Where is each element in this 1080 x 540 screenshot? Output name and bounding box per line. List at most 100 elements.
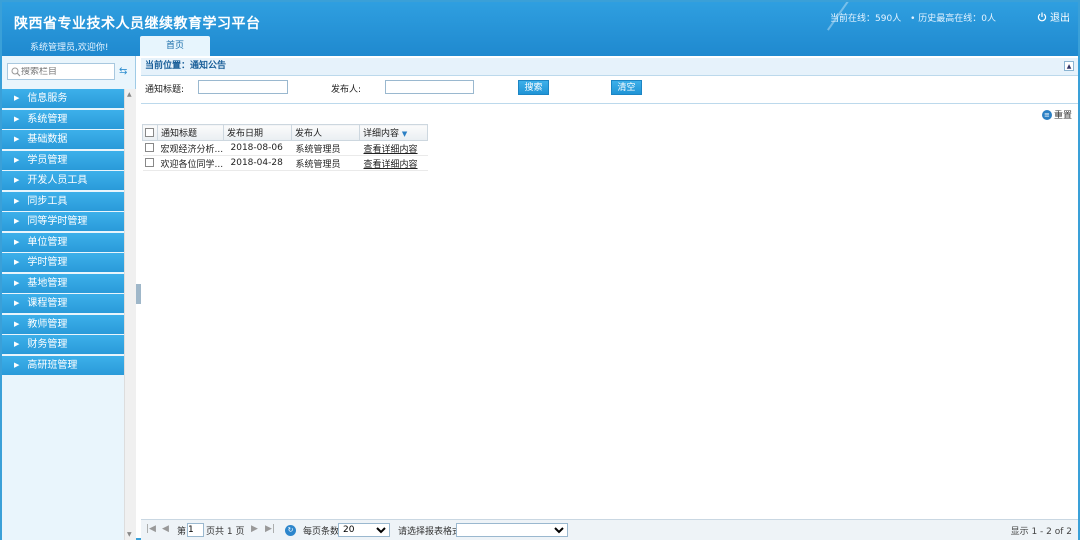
- sidebar-item-label: 教师管理: [27, 318, 68, 330]
- notice-grid: ≡ 重置 通知标题 发布日期 发布人 详细内容 ▼ 宏观经济分析... 2018…: [141, 103, 1078, 519]
- sidebar-item-label: 财务管理: [27, 339, 68, 350]
- reset-button[interactable]: ≡ 重置: [1041, 108, 1072, 121]
- collapse-panel-icon[interactable]: ▲: [1064, 61, 1074, 71]
- chevron-right-icon: ▶: [14, 258, 20, 266]
- column-date[interactable]: 发布日期: [223, 124, 292, 141]
- sidebar-item-equivalent-hours[interactable]: ▶ 同等学时管理: [2, 212, 124, 231]
- chevron-right-icon: ▶: [14, 94, 20, 102]
- row-select[interactable]: [142, 155, 158, 171]
- sort-down-icon[interactable]: ▼: [402, 130, 407, 138]
- chevron-right-icon: ▶: [14, 340, 20, 348]
- table-header-row: 通知标题 发布日期 发布人 详细内容 ▼: [142, 124, 428, 141]
- sidebar-item-dev-tools[interactable]: ▶ 开发人员工具: [2, 171, 124, 190]
- sidebar-item-label: 同步工具: [27, 195, 68, 207]
- publisher-filter-label: 发布人:: [331, 85, 362, 95]
- power-icon: [1037, 12, 1047, 21]
- per-page-label: 每页条数: [303, 527, 340, 537]
- column-detail[interactable]: 详细内容 ▼: [359, 124, 428, 141]
- scroll-down-icon[interactable]: ▼: [127, 531, 132, 538]
- row-checkbox[interactable]: [144, 143, 154, 152]
- sidebar-item-units[interactable]: ▶ 单位管理: [2, 232, 124, 252]
- row-select[interactable]: [142, 140, 158, 156]
- prev-page-icon[interactable]: ◀: [162, 524, 169, 534]
- app-title: 陕西省专业技术人员继续教育学习平台: [14, 16, 261, 32]
- sidebar-item-label: 课程管理: [27, 298, 68, 309]
- column-title[interactable]: 通知标题: [157, 124, 224, 141]
- chevron-right-icon: ▶: [14, 155, 20, 164]
- sidebar-item-sync-tools[interactable]: ▶ 同步工具: [2, 191, 124, 211]
- title-filter-label: 通知标题:: [145, 85, 185, 95]
- select-all-cell[interactable]: [142, 124, 158, 141]
- sidebar: ⇆ ▶ 信息服务 ▶ 系统管理 ▶ 基础数据 ▶ 学员管理 ▶ 开发人员工具 ▶ 同步工具 …: [2, 56, 136, 540]
- search-button[interactable]: 搜索: [518, 80, 549, 95]
- page-suffix: 页共 1 页: [206, 527, 245, 537]
- reset-label: 重置: [1053, 111, 1072, 121]
- sidebar-item-system[interactable]: ▶ 系统管理: [2, 109, 124, 129]
- row-date: 2018-08-06: [223, 140, 292, 156]
- chevron-right-icon: ▶: [14, 217, 20, 225]
- refresh-icon[interactable]: ↻: [285, 525, 296, 536]
- table-row[interactable]: 宏观经济分析... 2018-08-06 系统管理员 查看详细内容: [142, 140, 428, 156]
- row-title: 宏观经济分析...: [157, 140, 224, 156]
- main-content: 当前位置：通知公告 ▲ 通知标题: 发布人: 搜索 清空 ≡ 重置 通知标题 发…: [141, 56, 1078, 540]
- notice-table: 通知标题 发布日期 发布人 详细内容 ▼ 宏观经济分析... 2018-08-0…: [142, 124, 428, 171]
- first-page-icon[interactable]: |◀: [146, 524, 156, 534]
- scroll-up-icon[interactable]: ▲: [127, 91, 132, 98]
- menu-tree-icon[interactable]: ⇆: [119, 66, 127, 77]
- sidebar-item-finance[interactable]: ▶ 财务管理: [2, 335, 124, 354]
- row-title: 欢迎各位同学...: [157, 155, 224, 171]
- breadcrumb: 当前位置：通知公告 ▲: [141, 58, 1078, 76]
- table-row[interactable]: 欢迎各位同学... 2018-04-28 系统管理员 查看详细内容: [142, 155, 428, 171]
- search-icon: [11, 67, 21, 76]
- sidebar-item-bases[interactable]: ▶ 基地管理: [2, 273, 124, 293]
- row-detail-link[interactable]: 查看详细内容: [359, 140, 428, 156]
- chevron-right-icon: ▶: [14, 237, 20, 246]
- sidebar-search-input[interactable]: [21, 66, 109, 77]
- sidebar-item-courses[interactable]: ▶ 课程管理: [2, 294, 124, 313]
- chevron-right-icon: ▶: [14, 176, 20, 184]
- sidebar-item-students[interactable]: ▶ 学员管理: [2, 150, 124, 170]
- sidebar-item-basic-data[interactable]: ▶ 基础数据: [2, 130, 124, 149]
- chevron-right-icon: ▶: [14, 278, 20, 287]
- next-page-icon[interactable]: ▶: [251, 524, 258, 534]
- sidebar-item-label: 信息服务: [27, 93, 68, 104]
- row-checkbox[interactable]: [144, 158, 154, 167]
- chevron-right-icon: ▶: [14, 360, 20, 369]
- sidebar-scrollbar[interactable]: ▲ ▼: [124, 89, 136, 540]
- online-now: 当前在线：590人: [830, 14, 902, 24]
- tab-home[interactable]: 首页: [140, 36, 210, 56]
- publisher-filter-input[interactable]: [385, 80, 474, 94]
- last-page-icon[interactable]: ▶|: [265, 524, 275, 534]
- sidebar-item-label: 同等学时管理: [27, 216, 88, 227]
- clear-button[interactable]: 清空: [611, 80, 642, 95]
- page-number-input[interactable]: [187, 523, 204, 537]
- online-stats: 当前在线：590人 • 历史最高在线：0人: [824, 11, 996, 24]
- export-format-select[interactable]: [456, 523, 568, 537]
- page-prefix: 第: [177, 527, 187, 537]
- row-detail-link[interactable]: 查看详细内容: [359, 155, 428, 171]
- sidebar-item-hours[interactable]: ▶ 学时管理: [2, 253, 124, 272]
- display-info: 显示 1 - 2 of 2: [1010, 527, 1072, 537]
- sidebar-search[interactable]: [7, 63, 115, 80]
- column-publisher[interactable]: 发布人: [291, 124, 360, 141]
- breadcrumb-text: 当前位置：通知公告: [145, 61, 227, 71]
- logout-button[interactable]: 退出: [1037, 9, 1070, 24]
- title-filter-input[interactable]: [198, 80, 288, 94]
- logout-label: 退出: [1050, 13, 1070, 24]
- header: 陕西省专业技术人员继续教育学习平台 系统管理员,欢迎你! 当前在线：590人 •…: [2, 2, 1078, 56]
- row-publisher: 系统管理员: [291, 155, 360, 171]
- row-publisher: 系统管理员: [291, 140, 360, 156]
- sidebar-item-label: 单位管理: [27, 236, 68, 248]
- per-page-select[interactable]: 20: [338, 523, 390, 537]
- sidebar-item-teachers[interactable]: ▶ 教师管理: [2, 314, 124, 334]
- sidebar-item-seminar[interactable]: ▶ 高研班管理: [2, 355, 124, 375]
- column-detail-label: 详细内容: [363, 129, 400, 139]
- sidebar-item-info-service[interactable]: ▶ 信息服务: [2, 89, 124, 108]
- select-all-checkbox[interactable]: [145, 127, 154, 137]
- pager: |◀ ◀ 第 页共 1 页 ▶ ▶| ↻ 每页条数 20 请选择报表格式 显示 …: [141, 519, 1078, 540]
- chevron-right-icon: ▶: [14, 196, 20, 205]
- welcome-text: 系统管理员,欢迎你!: [30, 43, 109, 53]
- sidebar-item-label: 系统管理: [27, 113, 68, 125]
- chevron-right-icon: ▶: [14, 299, 20, 307]
- row-date: 2018-04-28: [223, 155, 292, 171]
